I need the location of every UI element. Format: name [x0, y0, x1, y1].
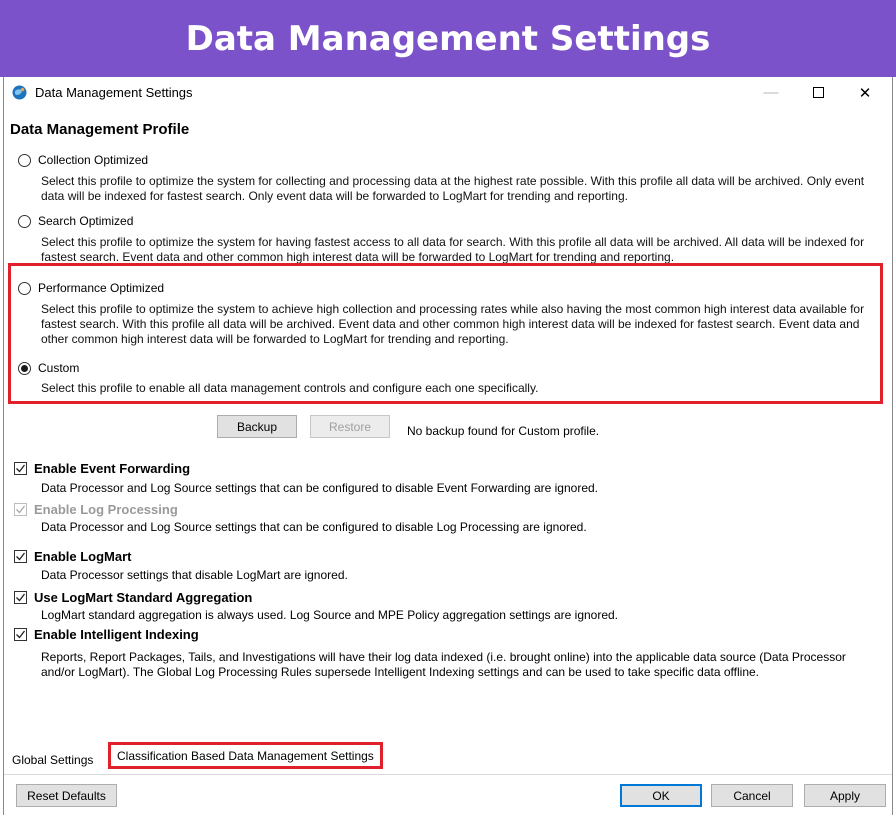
radio-label: Collection Optimized [38, 153, 149, 167]
check-icon [16, 464, 26, 473]
checkbox[interactable] [14, 628, 27, 641]
profile-section-title: Data Management Profile [10, 121, 190, 138]
checkbox[interactable] [14, 503, 27, 516]
minimize-icon: — [763, 84, 779, 101]
radio-label: Custom [38, 361, 80, 375]
radio-button[interactable] [18, 214, 31, 228]
title-bar[interactable]: Data Management Settings — ✕ [4, 77, 892, 108]
close-button[interactable]: ✕ [842, 77, 888, 108]
option-description: Select this profile to enable all data m… [41, 381, 539, 395]
option-description: Select this profile to optimize the syst… [41, 235, 865, 264]
checkbox-log-processing[interactable]: Enable Log Processing [14, 502, 178, 517]
ok-button[interactable]: OK [620, 784, 702, 807]
close-icon: ✕ [858, 84, 872, 102]
checkbox[interactable] [14, 550, 27, 563]
radio-button[interactable] [18, 281, 31, 295]
checkbox[interactable] [14, 591, 27, 604]
backup-status-text: No backup found for Custom profile. [407, 424, 600, 438]
minimize-button[interactable]: — [748, 77, 794, 108]
checkbox-logmart[interactable]: Enable LogMart [14, 549, 132, 564]
check-icon [16, 505, 26, 514]
checkbox-label: Enable Intelligent Indexing [34, 627, 199, 642]
checkbox[interactable] [14, 462, 27, 475]
option-description: Select this profile to optimize the syst… [41, 174, 865, 203]
check-icon [16, 552, 26, 561]
check-icon [16, 630, 26, 639]
setting-description: Data Processor settings that disable Log… [41, 568, 348, 582]
checkbox-label: Use LogMart Standard Aggregation [34, 590, 253, 605]
tab-global-settings[interactable]: Global Settings [12, 753, 93, 767]
banner-title: Data Management Settings [185, 18, 711, 59]
checkbox-standard-aggregation[interactable]: Use LogMart Standard Aggregation [14, 590, 252, 605]
maximize-icon [812, 87, 824, 98]
checkbox-label: Enable LogMart [34, 549, 132, 564]
backup-button[interactable]: Backup [217, 415, 297, 438]
radio-search-optimized[interactable]: Search Optimized [18, 214, 133, 228]
app-globe-icon [12, 85, 27, 100]
checkbox-intelligent-indexing[interactable]: Enable Intelligent Indexing [14, 627, 199, 642]
setting-description: Reports, Report Packages, Tails, and Inv… [41, 650, 846, 679]
option-description: Select this profile to optimize the syst… [41, 302, 865, 346]
maximize-button[interactable] [795, 77, 841, 108]
checkbox-event-forwarding[interactable]: Enable Event Forwarding [14, 461, 190, 476]
reset-defaults-button[interactable]: Reset Defaults [16, 784, 117, 807]
header-banner: Data Management Settings [0, 0, 896, 77]
radio-collection-optimized[interactable]: Collection Optimized [18, 153, 148, 167]
window-title: Data Management Settings [35, 85, 193, 100]
setting-description: Data Processor and Log Source settings t… [41, 520, 587, 534]
setting-description: Data Processor and Log Source settings t… [41, 481, 598, 495]
check-icon [16, 593, 26, 602]
setting-description: LogMart standard aggregation is always u… [41, 608, 619, 622]
restore-button[interactable]: Restore [310, 415, 390, 438]
radio-label: Performance Optimized [38, 281, 165, 295]
radio-performance-optimized[interactable]: Performance Optimized [18, 281, 164, 295]
tab-classification-settings[interactable]: Classification Based Data Management Set… [108, 742, 383, 769]
radio-button-selected[interactable] [18, 361, 31, 375]
radio-label: Search Optimized [38, 214, 134, 228]
checkbox-label: Enable Event Forwarding [34, 461, 191, 476]
checkbox-label: Enable Log Processing [34, 502, 178, 517]
cancel-button[interactable]: Cancel [711, 784, 793, 807]
radio-custom[interactable]: Custom [18, 361, 79, 375]
apply-button[interactable]: Apply [804, 784, 886, 807]
radio-button[interactable] [18, 153, 31, 167]
tab-divider [4, 774, 892, 775]
settings-window: Data Management Settings — ✕ Data Manage… [3, 77, 893, 815]
